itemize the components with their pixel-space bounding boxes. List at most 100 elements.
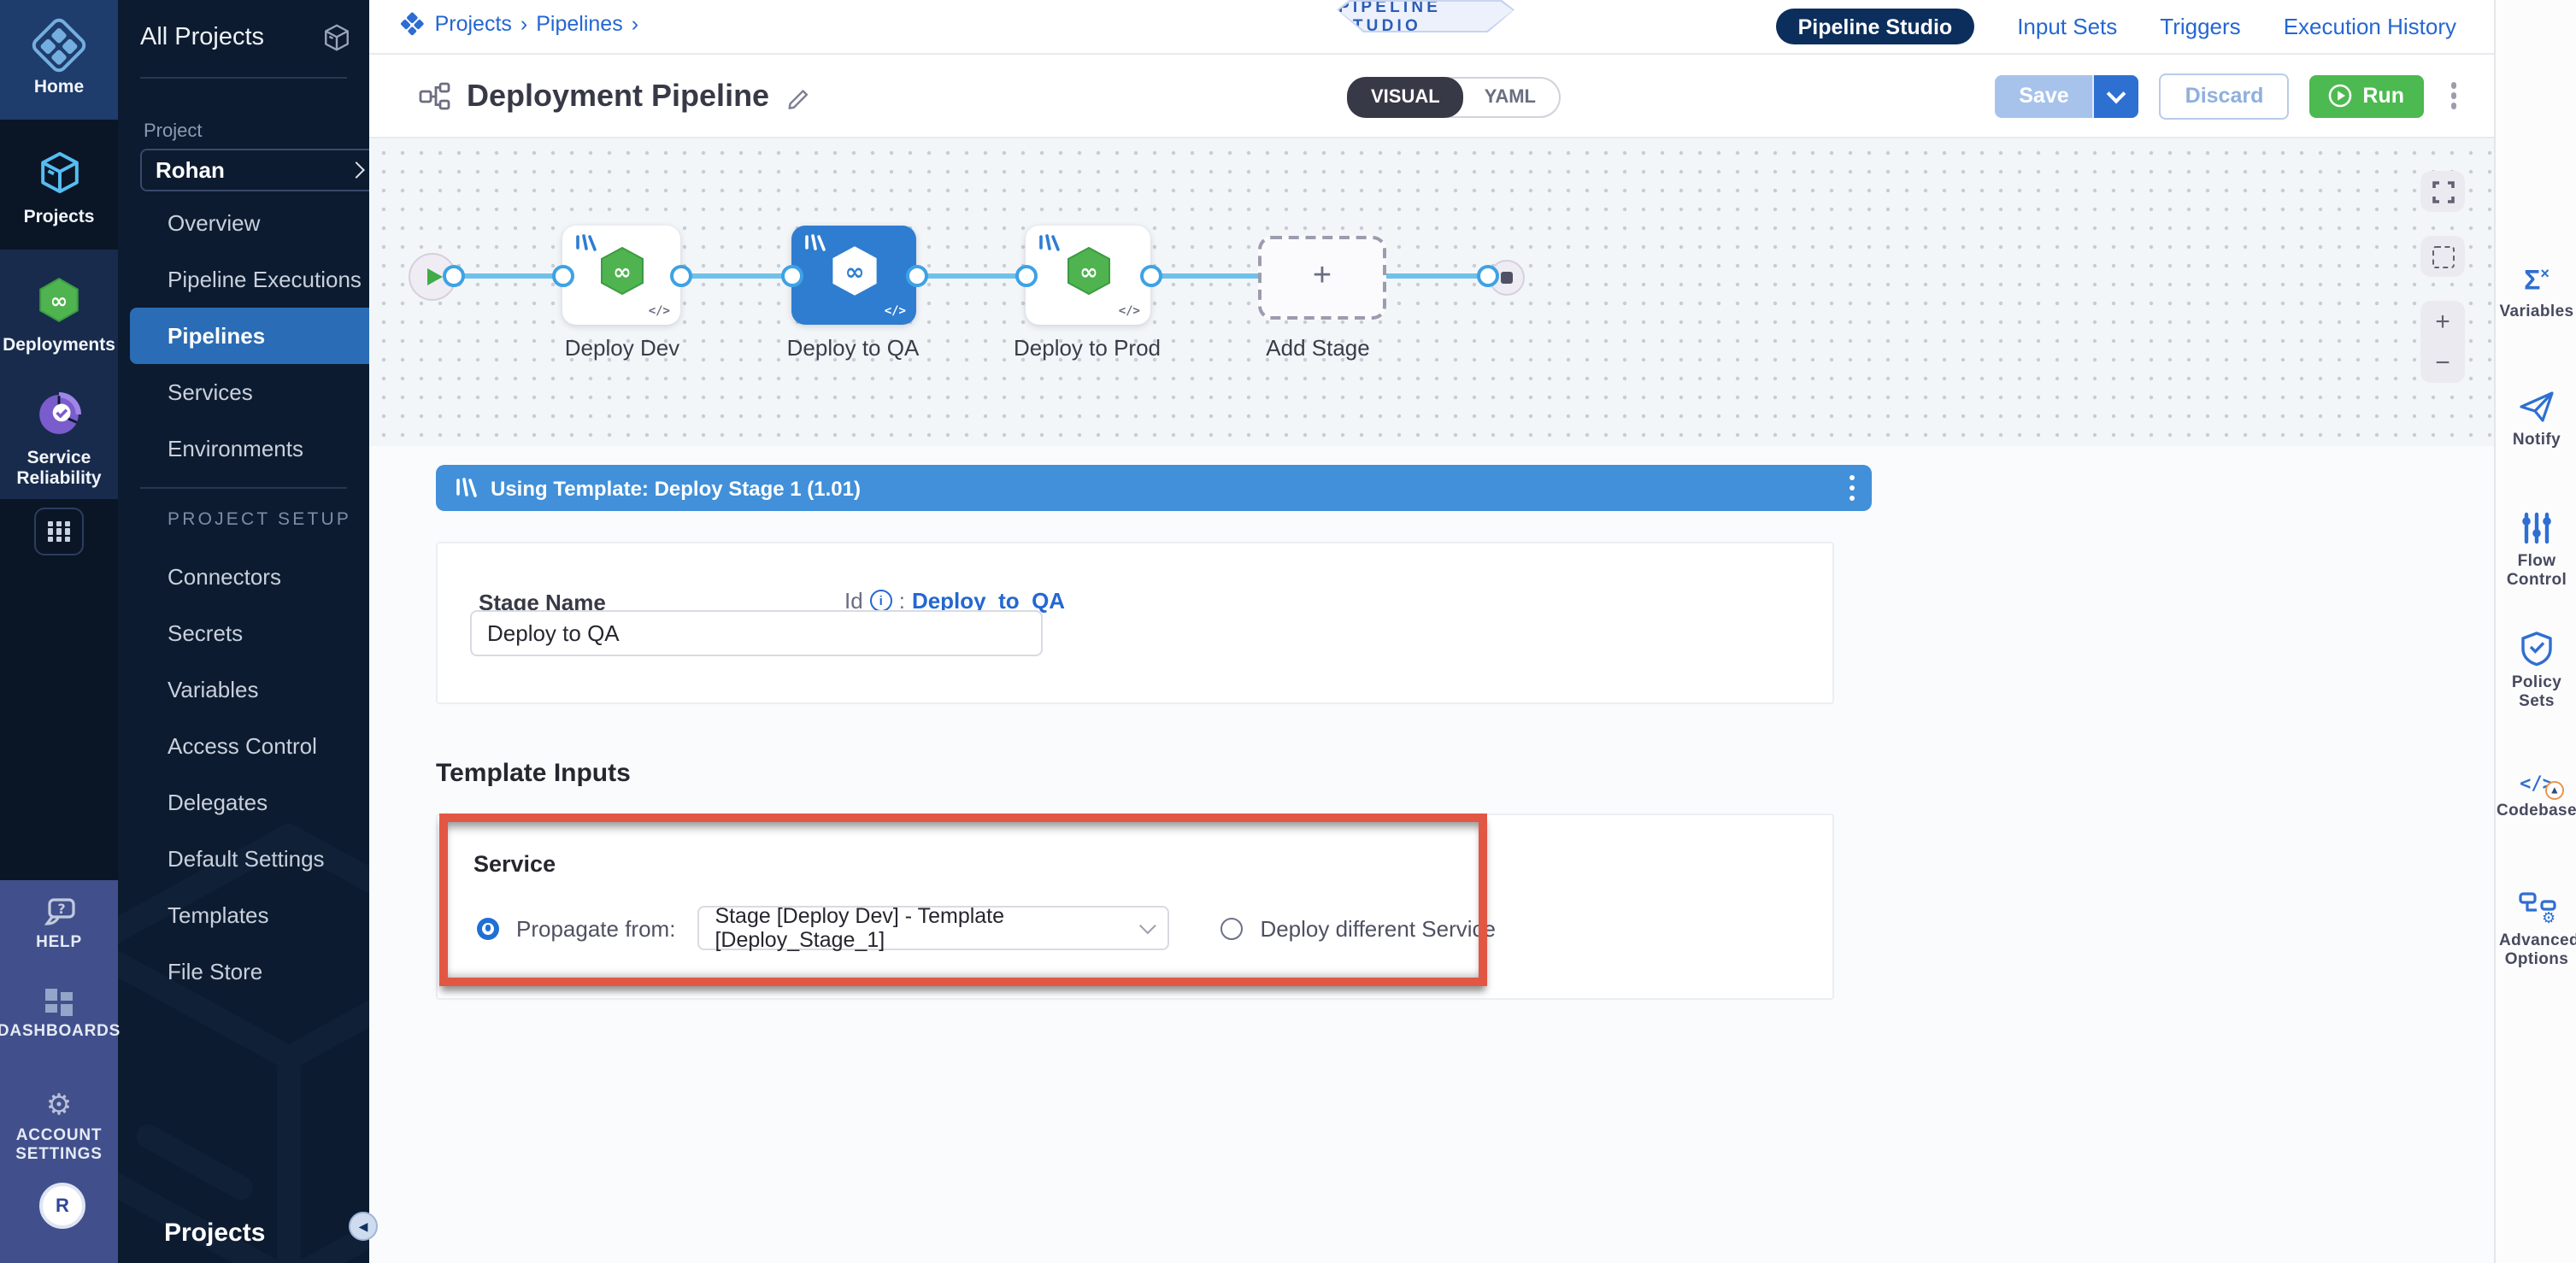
- sidebar-item-environments[interactable]: Environments: [118, 420, 369, 477]
- account-settings-button[interactable]: ⚙ ACCOUNT SETTINGS: [0, 1090, 118, 1164]
- zoom-out-button[interactable]: −: [2420, 342, 2465, 383]
- sidebar-item-overview[interactable]: Overview: [118, 195, 369, 251]
- rail-policy-sets-button[interactable]: Policy Sets: [2496, 631, 2576, 711]
- help-icon: ?: [42, 897, 76, 928]
- cube-icon[interactable]: [321, 22, 352, 53]
- connector-port[interactable]: [1140, 265, 1162, 287]
- toolbar-actions: Save Discard Run: [1995, 55, 2463, 137]
- stage-node-deploy-dev[interactable]: ∞ </>: [562, 226, 680, 325]
- visual-yaml-toggle: VISUAL YAML: [1347, 77, 1560, 118]
- sidebar-collapse-toggle[interactable]: ◀: [349, 1212, 378, 1241]
- breadcrumb: Projects › Pipelines ›: [403, 12, 638, 36]
- stage-name-input[interactable]: [470, 610, 1043, 656]
- rail-item-home[interactable]: Home: [0, 0, 118, 120]
- info-icon[interactable]: i: [870, 590, 892, 612]
- add-stage-button[interactable]: +: [1258, 236, 1386, 320]
- toggle-yaml[interactable]: YAML: [1462, 79, 1558, 116]
- sidebar-setup-menu: Connectors Secrets Variables Access Cont…: [118, 549, 369, 1000]
- connector-port[interactable]: [552, 265, 574, 287]
- connector-port[interactable]: [443, 265, 465, 287]
- rail-item-projects[interactable]: Projects: [0, 126, 118, 250]
- rail-variables-button[interactable]: Σ× Variables: [2496, 260, 2576, 322]
- code-icon: </>: [885, 304, 906, 318]
- zoom-controls: + −: [2420, 301, 2465, 383]
- project-name: Rohan: [156, 157, 225, 183]
- connector-port[interactable]: [670, 265, 692, 287]
- codebase-icon: </>▲: [2520, 772, 2554, 795]
- rail-item-label: Policy Sets: [2502, 673, 2571, 711]
- sidebar-item-file-store[interactable]: File Store: [118, 943, 369, 1000]
- propagate-from-radio[interactable]: [477, 917, 499, 939]
- sidebar-item-access-control[interactable]: Access Control: [118, 718, 369, 774]
- rail-codebase-button[interactable]: </>▲ Codebase: [2496, 772, 2576, 820]
- tab-execution-history[interactable]: Execution History: [2284, 14, 2456, 39]
- cd-stage-icon: ∞: [1064, 245, 1112, 305]
- toggle-visual[interactable]: VISUAL: [1347, 77, 1464, 118]
- propagate-stage-dropdown[interactable]: Stage [Deploy Dev] - Template [Deploy_St…: [697, 906, 1169, 950]
- stage-node-deploy-to-qa[interactable]: ∞ </>: [791, 226, 916, 325]
- sidebar-item-delegates[interactable]: Delegates: [118, 774, 369, 831]
- more-options-button[interactable]: [2444, 76, 2463, 116]
- rail-item-deployments[interactable]: ∞ Deployments: [0, 250, 118, 379]
- stop-icon: [1501, 272, 1514, 285]
- fullscreen-button[interactable]: [2420, 171, 2465, 212]
- sidebar-item-default-settings[interactable]: Default Settings: [118, 831, 369, 887]
- pipeline-canvas[interactable]: ∞ </> ∞ </>: [369, 138, 2494, 448]
- sidebar-item-services[interactable]: Services: [118, 364, 369, 420]
- tab-triggers[interactable]: Triggers: [2160, 14, 2240, 39]
- template-icon: [1038, 234, 1060, 255]
- run-play-icon: [2328, 84, 2352, 108]
- breadcrumb-pipelines[interactable]: Pipelines: [536, 12, 622, 36]
- advanced-options-icon: ⚙: [2517, 890, 2556, 925]
- dashboards-button[interactable]: DASHBOARDS: [0, 988, 118, 1041]
- template-options-button[interactable]: [1842, 468, 1861, 508]
- policy-sets-icon: [2520, 631, 2554, 667]
- stage-label-deploy-dev: Deploy Dev: [503, 335, 742, 361]
- rail-item-label: Codebase: [2497, 802, 2576, 820]
- connector-port[interactable]: [781, 265, 803, 287]
- code-icon: </>: [649, 304, 670, 318]
- connector-port[interactable]: [906, 265, 928, 287]
- grid-icon: [48, 520, 70, 543]
- sidebar-item-pipeline-executions[interactable]: Pipeline Executions: [118, 251, 369, 308]
- notify-icon: [2518, 390, 2555, 424]
- rail-advanced-options-button[interactable]: ⚙ Advanced Options: [2496, 890, 2576, 969]
- stage-label-deploy-to-prod: Deploy to Prod: [967, 335, 1207, 361]
- connector-port[interactable]: [1015, 265, 1038, 287]
- user-avatar[interactable]: R: [39, 1183, 85, 1229]
- save-button[interactable]: Save: [1995, 74, 2092, 117]
- svg-text:∞: ∞: [1079, 260, 1097, 285]
- rail-notify-button[interactable]: Notify: [2496, 390, 2576, 449]
- rail-item-label: Projects: [24, 207, 95, 227]
- discard-button[interactable]: Discard: [2160, 73, 2290, 119]
- help-button[interactable]: ? HELP: [0, 897, 118, 952]
- sidebar-item-pipelines[interactable]: Pipelines: [130, 308, 369, 364]
- add-stage-label: Add Stage: [1198, 335, 1438, 361]
- sidebar-item-variables[interactable]: Variables: [118, 661, 369, 718]
- save-dropdown-button[interactable]: [2093, 74, 2139, 117]
- tab-input-sets[interactable]: Input Sets: [2017, 14, 2117, 39]
- sidebar-item-templates[interactable]: Templates: [118, 887, 369, 943]
- svg-text:⚙: ⚙: [2541, 909, 2555, 925]
- rail-item-label: Service Reliability: [6, 447, 112, 488]
- deploy-different-radio[interactable]: [1220, 917, 1243, 939]
- rail-flow-control-button[interactable]: Flow Control: [2496, 511, 2576, 590]
- zoom-in-button[interactable]: +: [2420, 301, 2465, 342]
- rail-item-service-reliability[interactable]: Service Reliability: [0, 379, 118, 499]
- all-projects-label[interactable]: All Projects: [140, 24, 264, 51]
- stage-node-deploy-to-prod[interactable]: ∞ </>: [1026, 226, 1150, 325]
- sidebar-item-connectors[interactable]: Connectors: [118, 549, 369, 605]
- project-selector[interactable]: Rohan: [140, 149, 369, 191]
- main-area: Projects › Pipelines › PIPELINE STUDIO P…: [369, 0, 2494, 1263]
- module-grid-button[interactable]: [34, 508, 84, 555]
- fullscreen-icon: [2432, 180, 2454, 203]
- marquee-select-icon: [2432, 245, 2454, 267]
- connector-port[interactable]: [1477, 265, 1499, 287]
- run-button[interactable]: Run: [2309, 74, 2423, 117]
- service-panel: Service Propagate from: Stage [Deploy De…: [436, 814, 1834, 1000]
- sidebar-item-secrets[interactable]: Secrets: [118, 605, 369, 661]
- breadcrumb-projects[interactable]: Projects: [435, 12, 512, 36]
- marquee-select-button[interactable]: [2420, 236, 2465, 277]
- tab-pipeline-studio[interactable]: Pipeline Studio: [1776, 9, 1975, 44]
- edit-pencil-icon[interactable]: [785, 83, 810, 109]
